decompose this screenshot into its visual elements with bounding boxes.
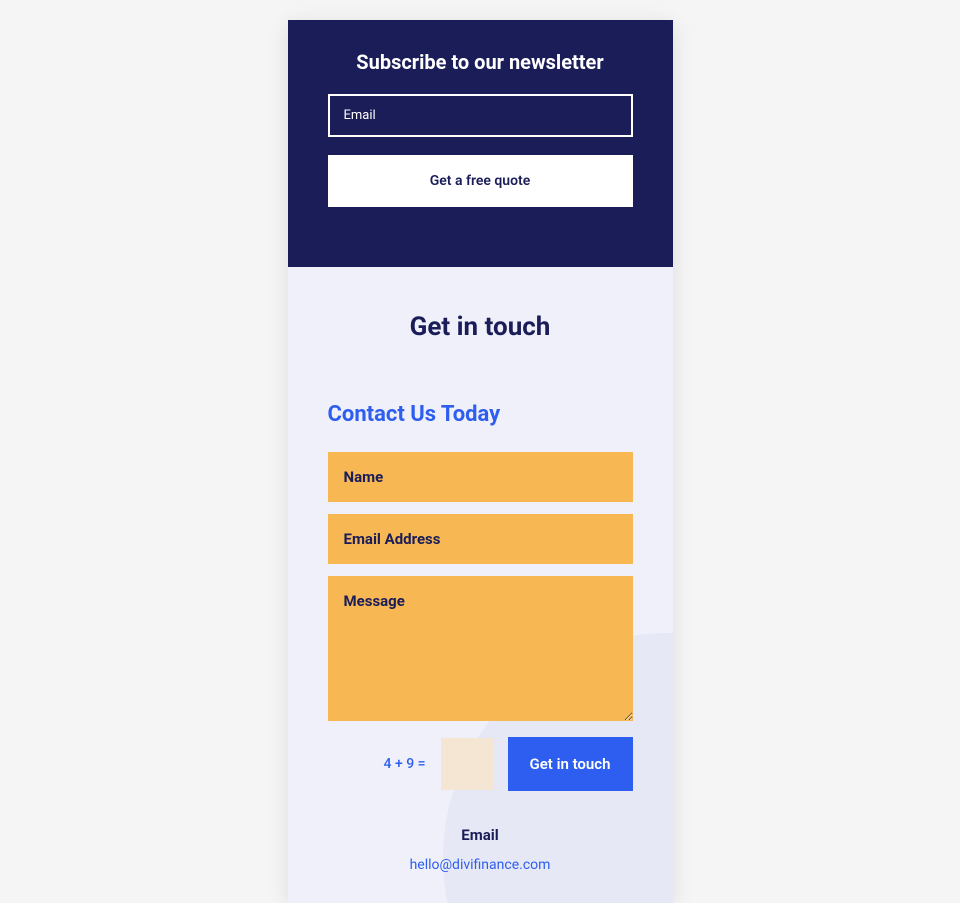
captcha-row: 4 + 9 = Get in touch (328, 737, 633, 791)
email-info-label: Email (328, 826, 633, 844)
name-input[interactable] (328, 452, 633, 502)
newsletter-section: Subscribe to our newsletter Get a free q… (288, 20, 673, 267)
newsletter-email-input[interactable] (328, 94, 633, 137)
captcha-question: 4 + 9 = (384, 756, 426, 772)
page-container: Subscribe to our newsletter Get a free q… (288, 20, 673, 903)
message-textarea[interactable] (328, 576, 633, 721)
submit-button[interactable]: Get in touch (508, 737, 633, 791)
captcha-input[interactable] (441, 738, 493, 790)
email-info-link[interactable]: hello@divifinance.com (410, 857, 551, 873)
newsletter-title: Subscribe to our newsletter (328, 50, 633, 74)
email-info: Email hello@divifinance.com (328, 826, 633, 873)
contact-section: Get in touch Contact Us Today 4 + 9 = Ge… (288, 267, 673, 903)
contact-us-title: Contact Us Today (328, 402, 633, 427)
get-in-touch-title: Get in touch (328, 312, 633, 342)
get-quote-button[interactable]: Get a free quote (328, 155, 633, 207)
email-address-input[interactable] (328, 514, 633, 564)
